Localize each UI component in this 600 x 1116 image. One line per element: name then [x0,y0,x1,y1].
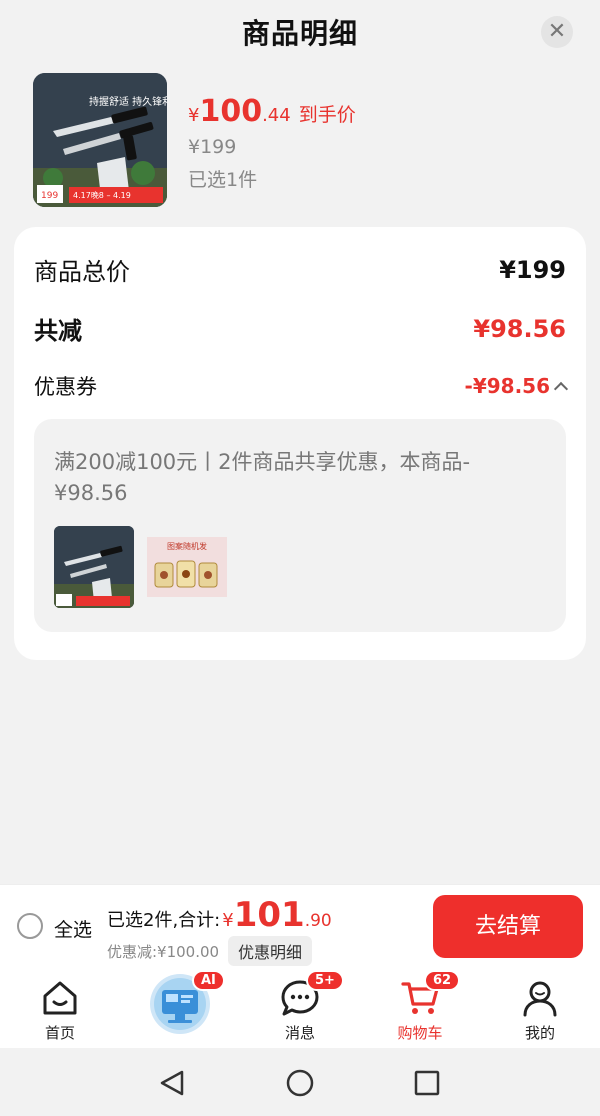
cart-total-currency: ¥ [222,910,234,931]
home-icon [43,981,77,1015]
close-button[interactable]: ✕ [541,16,573,48]
tab-home[interactable]: 首页 [20,974,100,1043]
total-row: 商品总价 ¥199 [34,252,566,287]
message-badge: 5+ [306,970,344,991]
coupon-product-thumbnail-2[interactable]: 图案随机发 [147,537,227,597]
price-integer: 100 [199,94,263,129]
tab-cart-label: 购物车 [397,1024,443,1042]
tab-profile[interactable]: 我的 [500,974,580,1043]
cart-total-decimal: .90 [304,911,332,931]
mug-set-image: 图案随机发 [147,537,227,597]
coupon-product-thumbnail-1[interactable] [54,526,134,608]
discount-row: 共减 ¥98.56 [34,311,566,346]
tab-home-label: 首页 [44,1024,75,1042]
knife-set-mini-image [54,526,134,608]
total-label: 商品总价 [34,258,130,286]
discount-detail-button[interactable]: 优惠明细 [228,936,313,966]
original-price: ¥199 [188,136,237,158]
system-navigation-bar [0,1048,600,1116]
coupon-row[interactable]: 优惠券 -¥98.56 [34,371,569,401]
mug-caption: 图案随机发 [167,541,207,551]
price-currency: ¥ [188,105,200,126]
product-detail-sheet: 商品明细 ✕ 持握舒适 持久锋利 199 4.17晚8 – 4.19 ¥ 100… [0,0,600,884]
price-tag: 到手价 [298,104,356,126]
total-value: ¥199 [499,255,566,284]
price-summary-card: 商品总价 ¥199 共减 ¥98.56 优惠券 -¥98.56 满200减100… [14,227,586,660]
tab-messages[interactable]: 5+ 消息 [260,970,344,1043]
select-all-label[interactable]: 全选 [54,915,92,942]
discount-value: ¥98.56 [473,314,566,343]
cart-discount-text: 优惠减:¥100.00 [107,943,220,961]
coupon-label: 优惠券 [34,375,97,399]
ai-badge: AI [192,970,225,991]
profile-icon [523,981,557,1017]
close-icon: ✕ [547,19,567,44]
chevron-up-icon[interactable] [553,381,569,397]
final-price: ¥ 100 .44 到手价 [188,94,356,129]
select-all-radio[interactable] [17,913,43,939]
discount-label: 共减 [34,317,82,345]
knife-set-image: 持握舒适 持久锋利 199 4.17晚8 – 4.19 [33,73,167,207]
tab-messages-label: 消息 [284,1024,315,1042]
price-decimal: .44 [262,105,291,126]
back-icon[interactable] [160,1070,184,1096]
cart-total-label: 已选2件,合计: [107,910,221,931]
cart-total: 已选2件,合计: ¥ 101 .90 [107,895,332,935]
thumb-badge: 199 [41,191,58,201]
selected-count: 已选1件 [188,169,258,191]
recents-icon[interactable] [414,1070,440,1096]
checkout-button[interactable]: 去结算 [433,895,583,958]
coupon-description: 满200减100元丨2件商品共享优惠，本商品-¥98.56 [54,450,471,505]
cart-badge: 62 [424,970,461,991]
thumb-promo: 4.17晚8 – 4.19 [73,190,131,200]
checkout-bar: 全选 已选2件,合计: ¥ 101 .90 优惠减:¥100.00 优惠明细 去… [0,884,600,968]
product-thumbnail[interactable]: 持握舒适 持久锋利 199 4.17晚8 – 4.19 [33,73,167,207]
cart-total-integer: 101 [233,895,305,935]
bottom-tab-bar: 首页 AI 5+ 消息 62 购物车 我的 [0,968,600,1048]
sheet-title: 商品明细 [241,17,358,50]
home-nav-icon[interactable] [286,1069,314,1097]
tab-cart[interactable]: 62 购物车 [380,970,461,1043]
coupon-value: -¥98.56 [464,374,550,398]
tab-profile-label: 我的 [524,1024,555,1042]
coupon-detail-box: 满200减100元丨2件商品共享优惠，本商品-¥98.56 图案随机发 [34,419,566,632]
thumb-caption: 持握舒适 持久锋利 [89,95,167,108]
tab-ai-assistant[interactable]: AI [140,970,225,1040]
